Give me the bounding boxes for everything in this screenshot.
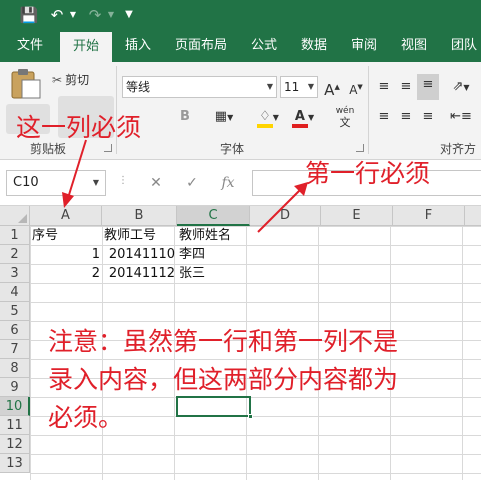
cut-button[interactable]: ✂ 剪切 [52,70,89,90]
column-header-d[interactable]: D [250,206,321,226]
align-top-icon[interactable]: ≡ [374,76,394,98]
redo-dropdown-icon[interactable]: ▼ [106,4,116,26]
scissors-icon: ✂ [52,73,63,87]
cell-b2[interactable]: 20141110 [102,245,177,264]
cell-c3[interactable]: 张三 [177,264,250,283]
cell-b1[interactable]: 教师工号 [102,226,177,245]
column-header-e[interactable]: E [321,206,393,226]
customize-icon[interactable]: ▼ [122,4,136,26]
grow-font-button[interactable]: A▲ [322,76,342,99]
cell-b3[interactable]: 20141112 [102,264,177,283]
row-header[interactable]: 6 [0,321,30,340]
insert-function-button[interactable]: fx [216,172,240,194]
align-left-icon[interactable]: ≡ [374,106,394,128]
annotation-note-line: 录入内容，但这两部分内容都为 [48,365,399,394]
row-header[interactable]: 5 [0,302,30,321]
row-header[interactable]: 12 [0,435,30,454]
quick-access-toolbar: 💾 ↶ ▼ ↷ ▼ ▼ [0,0,481,30]
tab-team[interactable]: 团队 [442,30,481,62]
column-header-c[interactable]: C [177,206,250,226]
column-header-g[interactable] [465,206,481,226]
row-header[interactable]: 8 [0,359,30,378]
group-label-font: 字体 [220,142,245,156]
annotation-note-line: 必须。 [48,403,124,432]
font-name-select[interactable]: 等线 ▼ [122,76,277,98]
ribbon-tabs: 文件 开始 插入 页面布局 公式 数据 审阅 视图 团队 [0,30,481,62]
align-right-icon[interactable]: ≡ [418,106,438,128]
tab-review[interactable]: 审阅 [342,30,386,62]
font-color-button[interactable]: A ▼ [288,106,318,128]
column-header-f[interactable]: F [393,206,465,226]
divider [368,66,369,154]
save-icon[interactable]: 💾 [18,4,40,26]
cell-c2[interactable]: 李四 [177,245,250,264]
cancel-icon[interactable]: ✕ [144,172,168,194]
tab-home[interactable]: 开始 [60,32,112,62]
align-middle-icon[interactable]: ≡ [396,76,416,98]
row-header[interactable]: 7 [0,340,30,359]
fill-color-icon[interactable]: ♢ ▼ [252,106,284,128]
chevron-down-icon: ▼ [92,178,99,187]
annotation-note-line: 注意：虽然第一行和第一列不是 [48,327,399,356]
font-size-select[interactable]: 11 ▼ [280,76,318,98]
annotation-note: 注意：虽然第一行和第一列不是 录入内容，但这两部分内容都为 必须。 [48,323,478,437]
row-header[interactable]: 11 [0,416,30,435]
row-header[interactable]: 2 [0,245,30,264]
more-icon: ⋮ [118,175,128,186]
tab-insert[interactable]: 插入 [116,30,160,62]
chevron-down-icon: ▼ [307,82,314,91]
dialog-launcher-icon[interactable] [104,144,112,152]
enter-icon[interactable]: ✓ [180,172,204,194]
row-header[interactable]: 4 [0,283,30,302]
redo-icon[interactable]: ↷ [84,4,106,26]
align-bottom-icon[interactable]: ≡ [417,74,439,100]
orientation-icon[interactable]: ⇗▼ [446,76,476,98]
column-header-a[interactable]: A [30,206,102,226]
tab-formulas[interactable]: 公式 [242,30,286,62]
row-header[interactable]: 1 [0,226,30,245]
align-center-icon[interactable]: ≡ [396,106,416,128]
cell-a2[interactable]: 1 [30,245,102,264]
row-header[interactable]: 13 [0,454,30,473]
tab-data[interactable]: 数据 [292,30,336,62]
row-header[interactable]: 9 [0,378,30,397]
shrink-font-button[interactable]: A▼ [346,76,366,98]
cell-a1[interactable]: 序号 [30,226,102,245]
dialog-launcher-icon[interactable] [356,144,364,152]
tab-file[interactable]: 文件 [4,30,56,62]
cell-a3[interactable]: 2 [30,264,102,283]
paste-icon[interactable] [8,68,44,100]
undo-icon[interactable]: ↶ [46,4,68,26]
name-box[interactable]: C10 ▼ [6,170,106,196]
group-label-alignment: 对齐方 [440,142,477,156]
row-header[interactable]: 3 [0,264,30,283]
annotation-row-required: 第一行必须 [305,159,431,188]
select-all-button[interactable] [0,206,30,226]
cell-c1[interactable]: 教师姓名 [177,226,250,245]
decrease-indent-icon[interactable]: ⇤≡ [446,106,476,128]
column-header-b[interactable]: B [102,206,177,226]
tab-view[interactable]: 视图 [392,30,436,62]
tab-page-layout[interactable]: 页面布局 [166,30,236,62]
phonetic-guide-button[interactable]: wén 文 [330,106,360,128]
row-header[interactable]: 10 [0,397,30,416]
chevron-down-icon: ▼ [266,82,273,91]
bold-button[interactable]: B [176,106,194,128]
annotation-column-required: 这一列必须 [16,113,142,142]
undo-dropdown-icon[interactable]: ▼ [68,4,78,26]
border-icon[interactable]: ▦▼ [210,106,238,128]
